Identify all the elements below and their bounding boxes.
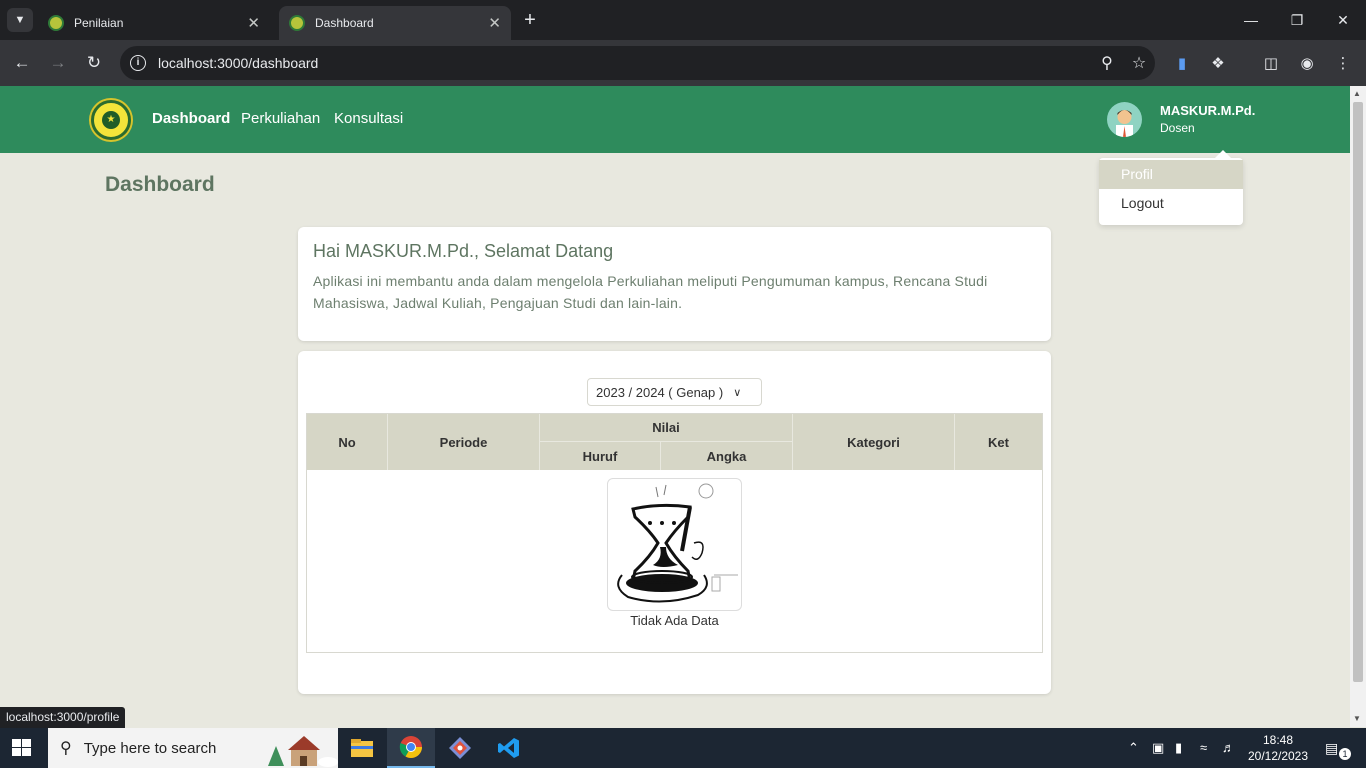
tab-dashboard[interactable]: Dashboard ✕	[279, 6, 511, 40]
side-panel-icon[interactable]: ◫	[1260, 52, 1282, 74]
empty-state-text: Tidak Ada Data	[630, 613, 719, 628]
windows-start-icon[interactable]	[12, 739, 32, 757]
page-scrollbar[interactable]: ▲ ▼	[1350, 86, 1366, 727]
close-window-icon[interactable]: ✕	[1320, 0, 1366, 40]
clock-date: 20/12/2023	[1247, 749, 1309, 763]
welcome-card: Hai MASKUR.M.Pd., Selamat Datang Aplikas…	[298, 227, 1051, 341]
header-nilai: Nilai	[652, 420, 680, 435]
status-bar-url: localhost:3000/profile	[0, 707, 126, 728]
tray-meet-icon[interactable]: ▣	[1152, 740, 1164, 756]
scroll-thumb[interactable]	[1353, 102, 1363, 682]
extension-docs-icon[interactable]: ▮	[1171, 52, 1193, 74]
tray-battery-icon[interactable]: ▮	[1175, 740, 1182, 756]
search-placeholder: Type here to search	[83, 739, 217, 757]
dropdown-item-profil[interactable]: Profil	[1099, 160, 1243, 189]
close-tab-icon[interactable]: ✕	[247, 14, 260, 32]
file-explorer-icon[interactable]	[338, 728, 386, 768]
tray-volume-icon[interactable]: ♬	[1222, 740, 1235, 755]
windows-taskbar: ⚲ Type here to search ⌃ ▣ ▮ ≈ ♬ 18:48 20…	[0, 728, 1366, 768]
site-info-icon[interactable]: i	[130, 55, 146, 71]
chrome-taskbar-icon[interactable]	[387, 728, 435, 768]
header-kategori: Kategori	[847, 434, 900, 450]
git-app-icon[interactable]	[436, 728, 484, 768]
grades-card: 2023 / 2024 ( Genap ) ∨ No Periode Nilai…	[298, 351, 1051, 694]
taskbar-search-box[interactable]: ⚲ Type here to search	[48, 728, 338, 768]
tray-wifi-icon[interactable]: ≈	[1200, 740, 1207, 755]
period-select[interactable]: 2023 / 2024 ( Genap ) ∨	[587, 378, 762, 406]
new-tab-icon[interactable]: +	[518, 8, 542, 32]
chevron-down-icon: ∨	[733, 386, 742, 399]
reload-icon[interactable]: ↻	[81, 50, 107, 76]
header-no: No	[338, 434, 356, 450]
header-angka: Angka	[706, 448, 747, 464]
tab-penilaian[interactable]: Penilaian ✕	[38, 6, 270, 40]
scroll-up-icon[interactable]: ▲	[1353, 89, 1361, 98]
address-bar[interactable]: i localhost:3000/dashboard ⚲ ☆	[120, 46, 1155, 80]
dropdown-item-logout[interactable]: Logout	[1099, 189, 1243, 218]
table-header: No Periode Nilai Huruf Angka Kategori Ke…	[307, 414, 1042, 470]
app-viewport: ★ Dashboard Perkuliahan Konsultasi MASKU…	[0, 86, 1350, 727]
user-dropdown-menu: Profil Logout	[1099, 150, 1243, 225]
nav-perkuliahan[interactable]: Perkuliahan	[241, 110, 320, 127]
header-periode: Periode	[439, 434, 488, 450]
user-name[interactable]: MASKUR.M.Pd.	[1160, 103, 1255, 118]
user-avatar-icon[interactable]	[1107, 102, 1142, 137]
extensions-puzzle-icon[interactable]: ❖	[1207, 52, 1229, 74]
period-select-value: 2023 / 2024 ( Genap )	[596, 384, 724, 400]
grades-table: No Periode Nilai Huruf Angka Kategori Ke…	[306, 413, 1043, 653]
welcome-body: Aplikasi ini membantu anda dalam mengelo…	[313, 273, 988, 311]
tab-search-icon[interactable]: ▼	[7, 8, 33, 32]
close-tab-icon[interactable]: ✕	[488, 14, 501, 32]
bookmark-star-icon[interactable]: ☆	[1123, 53, 1155, 73]
notification-count-badge: 1	[1339, 748, 1351, 760]
tab-label: Penilaian	[74, 16, 124, 30]
notification-icon[interactable]: ▤	[1325, 740, 1338, 757]
back-icon[interactable]: ←	[9, 50, 35, 76]
browser-toolbar: ← → ↻ i localhost:3000/dashboard ⚲ ☆ ▮ ❖…	[0, 40, 1366, 86]
restore-icon[interactable]: ❐	[1274, 0, 1320, 40]
scroll-down-icon[interactable]: ▼	[1353, 714, 1361, 723]
header-huruf: Huruf	[582, 448, 618, 464]
tray-chevron-up-icon[interactable]: ⌃	[1128, 740, 1139, 756]
nav-dashboard[interactable]: Dashboard	[152, 110, 230, 127]
profile-avatar-icon[interactable]: ◉	[1296, 52, 1318, 74]
taskbar-clock[interactable]: 18:48 20/12/2023	[1244, 732, 1312, 764]
empty-state-illustration-icon	[607, 478, 742, 611]
favicon-icon	[48, 15, 64, 31]
menu-kebab-icon[interactable]: ⋮	[1332, 52, 1354, 74]
tab-label: Dashboard	[315, 16, 374, 30]
browser-tab-strip: ▼ Penilaian ✕ Dashboard ✕ + — ❐ ✕	[0, 0, 1366, 40]
zoom-icon[interactable]: ⚲	[1091, 53, 1123, 73]
minimize-icon[interactable]: —	[1228, 0, 1274, 40]
nav-konsultasi[interactable]: Konsultasi	[334, 110, 403, 127]
university-logo-icon[interactable]: ★	[91, 100, 131, 140]
url-text[interactable]: localhost:3000/dashboard	[158, 55, 1091, 71]
vscode-icon[interactable]	[485, 728, 533, 768]
clock-time: 18:48	[1262, 733, 1294, 747]
favicon-icon	[289, 15, 305, 31]
search-highlight-winter-icon	[268, 736, 338, 767]
forward-icon[interactable]: →	[45, 50, 71, 76]
user-role: Dosen	[1160, 121, 1195, 135]
header-ket: Ket	[988, 434, 1009, 450]
page-title: Dashboard	[105, 173, 215, 196]
welcome-title: Hai MASKUR.M.Pd., Selamat Datang	[313, 241, 614, 261]
app-navbar: ★ Dashboard Perkuliahan Konsultasi MASKU…	[0, 86, 1350, 153]
search-icon: ⚲	[60, 740, 72, 757]
